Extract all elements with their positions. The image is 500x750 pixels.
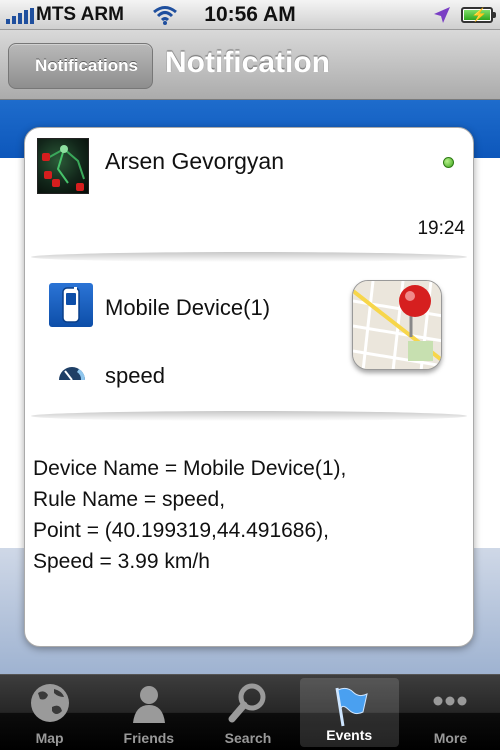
back-button-label: Notifications <box>35 56 138 75</box>
tab-label: Map <box>35 730 64 746</box>
tab-map[interactable]: Map <box>0 675 99 750</box>
navigation-bar: Notifications Notification <box>0 30 500 100</box>
more-dots-icon <box>433 696 467 706</box>
device-rule-section[interactable]: Mobile Device(1) speed <box>25 255 473 415</box>
map-pin-icon <box>353 281 441 369</box>
notification-card: Arsen Gevorgyan 19:24 Mobile Device(1) s… <box>24 127 474 647</box>
rule-label: speed <box>105 363 165 388</box>
user-name: Arsen Gevorgyan <box>105 148 284 174</box>
battery-icon: ⚡ <box>461 7 496 23</box>
tab-more[interactable]: More <box>401 675 500 750</box>
device-label: Mobile Device(1) <box>105 295 271 320</box>
speedometer-icon <box>59 367 86 381</box>
notification-details: Device Name = Mobile Device(1), Rule Nam… <box>33 453 463 577</box>
location-arrow-icon <box>434 7 450 23</box>
page-title: Notification <box>165 46 330 79</box>
back-button[interactable]: Notifications <box>8 43 153 89</box>
globe-icon <box>30 684 69 722</box>
map-thumbnail[interactable] <box>352 280 442 370</box>
detail-line: Speed = 3.99 km/h <box>33 550 210 573</box>
tab-events[interactable]: Events <box>299 678 399 747</box>
detail-line: Rule Name = speed, <box>33 488 226 511</box>
status-clock: 10:56 AM <box>204 3 296 26</box>
mobile-device-icon <box>49 283 93 327</box>
tab-label: Search <box>224 730 272 746</box>
divider <box>31 411 467 421</box>
tab-label: More <box>433 730 468 746</box>
tab-bar: Map Friends Search Events More <box>0 674 500 750</box>
detail-line: Device Name = Mobile Device(1), <box>33 457 347 480</box>
person-icon <box>132 686 165 723</box>
tab-search[interactable]: Search <box>198 675 297 750</box>
notification-time: 19:24 <box>417 218 465 239</box>
tab-label: Friends <box>123 730 175 746</box>
avatar <box>37 138 89 194</box>
notification-header[interactable]: Arsen Gevorgyan 19:24 <box>25 128 473 252</box>
online-status-indicator <box>443 157 454 168</box>
flag-icon <box>335 687 368 727</box>
magnifier-icon <box>228 683 266 723</box>
status-bar: MTS ARM 10:56 AM ⚡ <box>0 0 500 30</box>
detail-line: Point = (40.199319,44.491686), <box>33 519 329 542</box>
tab-friends[interactable]: Friends <box>99 675 198 750</box>
